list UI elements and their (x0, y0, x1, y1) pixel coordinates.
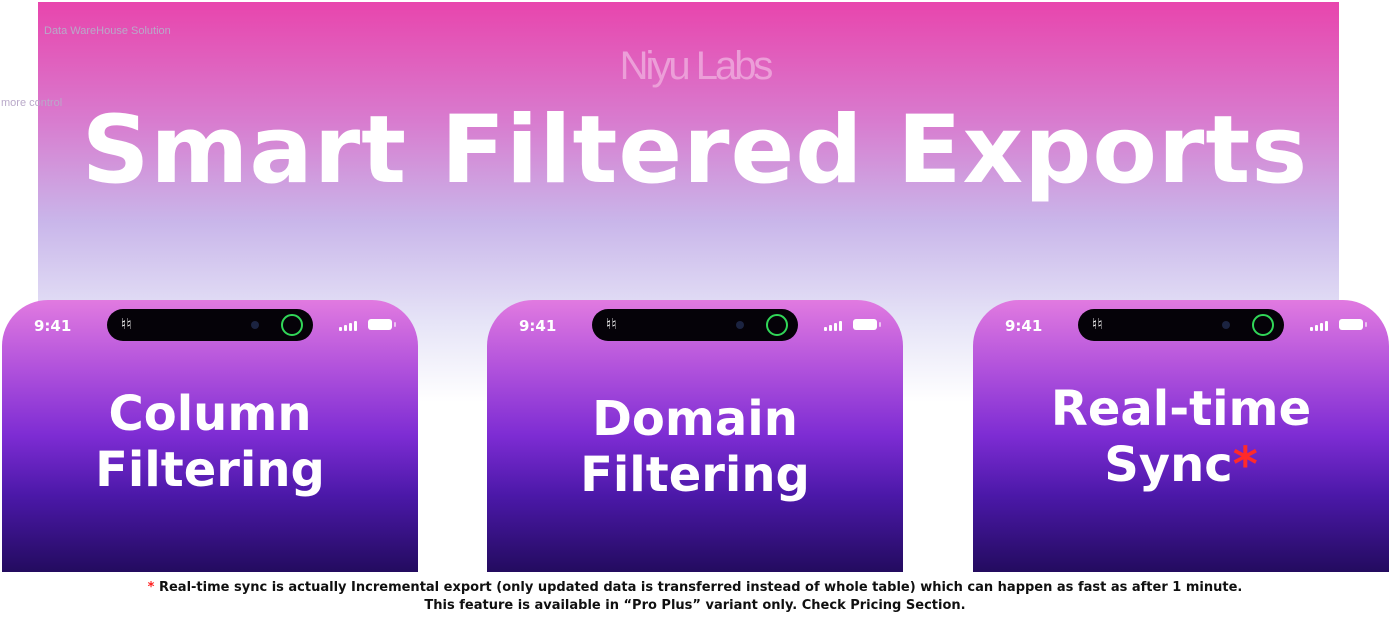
card-title-line2-wrap: Sync* (973, 437, 1389, 493)
feature-card-column-filtering: 9:41 ♮♮ Column Filtering (2, 300, 418, 572)
activity-ring-icon (281, 314, 303, 336)
battery-icon (368, 319, 396, 330)
activity-ring-icon (766, 314, 788, 336)
earbuds-icon: ♮♮ (121, 315, 132, 333)
camera-icon (736, 321, 744, 329)
dynamic-island: ♮♮ (1078, 309, 1284, 341)
dynamic-island: ♮♮ (592, 309, 798, 341)
footnote-line2: This feature is available in “Pro Plus” … (424, 598, 966, 613)
dynamic-island: ♮♮ (107, 309, 313, 341)
signal-icon (1310, 320, 1332, 331)
card-title-line2: Filtering (580, 447, 810, 503)
card-title-line1: Column (108, 386, 312, 442)
status-time: 9:41 (519, 317, 557, 335)
asterisk-marker: * (1232, 437, 1258, 493)
activity-ring-icon (1252, 314, 1274, 336)
feature-card-realtime-sync: 9:41 ♮♮ Real-time Sync* (973, 300, 1389, 572)
status-time: 9:41 (34, 317, 72, 335)
camera-icon (251, 321, 259, 329)
status-time: 9:41 (1005, 317, 1043, 335)
card-title-line2: Sync (1104, 437, 1233, 493)
signal-icon (824, 320, 846, 331)
card-title-line1: Real-time (1050, 381, 1312, 437)
brand-logo-text: Niyu Labs (619, 44, 774, 88)
footnote-text-1: Real-time sync is actually Incremental e… (158, 580, 1243, 595)
footnote-line1: * Real-time sync is actually Incremental… (0, 580, 1390, 595)
camera-icon (1222, 321, 1230, 329)
earbuds-icon: ♮♮ (606, 315, 617, 333)
battery-icon (1339, 319, 1367, 330)
solution-label: Data WareHouse Solution (44, 25, 171, 37)
signal-icon (339, 320, 361, 331)
page-title: Smart Filtered Exports (81, 96, 1309, 205)
earbuds-icon: ♮♮ (1092, 315, 1103, 333)
feature-card-domain-filtering: 9:41 ♮♮ Domain Filtering (487, 300, 903, 572)
card-title-line2: Filtering (95, 442, 325, 498)
card-title-line1: Domain (592, 391, 798, 447)
footnote-star: * (147, 580, 155, 595)
battery-icon (853, 319, 881, 330)
